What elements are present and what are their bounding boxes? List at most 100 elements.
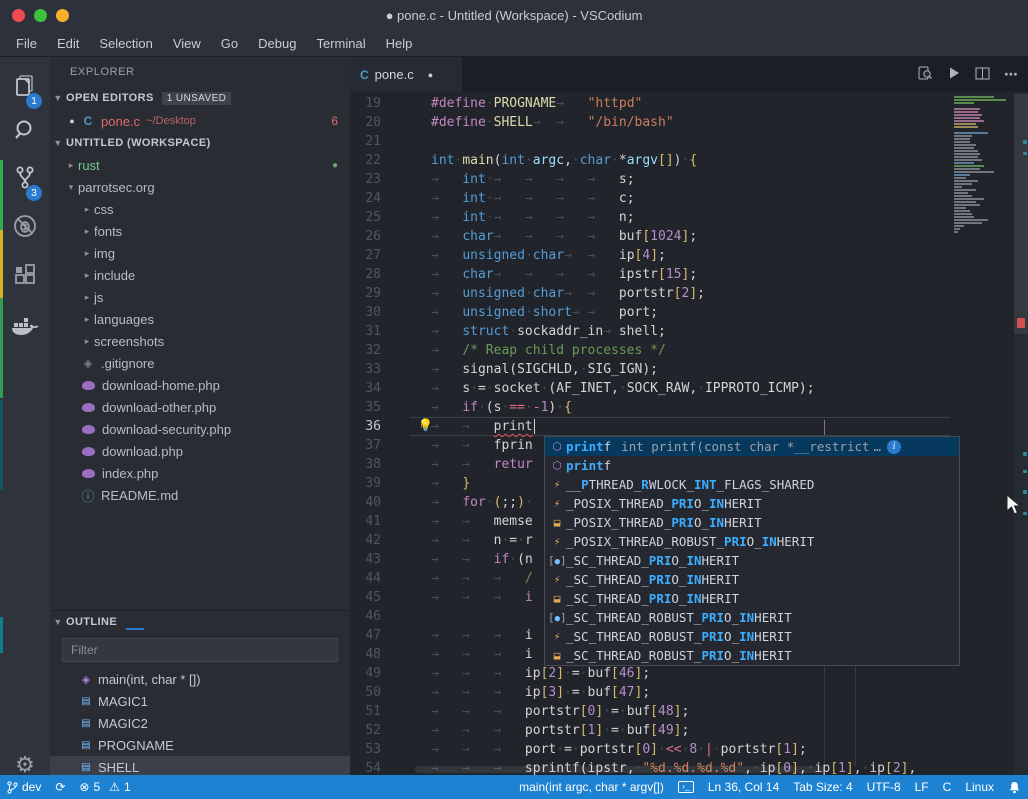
menu-debug[interactable]: Debug [248,32,306,55]
tree-item-img[interactable]: ▸ img [50,242,350,264]
menu-file[interactable]: File [6,32,47,55]
more-actions-icon[interactable]: ⋯ [1004,66,1020,83]
menu-view[interactable]: View [163,32,211,55]
open-editors-header[interactable]: ▼ OPEN EDITORS 1 UNSAVED [50,87,350,109]
code-line-51[interactable]: 51 → → → portstr[0]·=·buf[48]; [350,702,916,721]
outline-item-magic1[interactable]: ▤ MAGIC1 [50,690,350,712]
code-editor[interactable]: 💡 ⚐ 19 #define·PROGNAME→ "httpd" 20 #define·… [350,92,1028,775]
code-line-25[interactable]: 25 → int·→ → → → n; [350,208,916,227]
activity-extensions-button[interactable] [0,255,50,301]
code-line-28[interactable]: 28 → char→ → → → ipstr[15]; [350,265,916,284]
suggest-item[interactable]: ⚡ _POSIX_THREAD_ROBUST_PRIO_INHERIT [545,532,959,551]
suggest-item[interactable]: ⚡ _SC_THREAD_PRIO_INHERIT [545,570,959,589]
suggest-item[interactable]: ⬓ _SC_THREAD_PRIO_INHERIT [545,589,959,608]
tree-item--gitignore[interactable]: ◈ .gitignore [50,352,350,374]
tree-item-index-php[interactable]: index.php [50,462,350,484]
activity-docker-button[interactable] [0,307,50,353]
suggest-item[interactable]: ⬓ _POSIX_THREAD_PRIO_INHERIT [545,513,959,532]
outline-item-magic2[interactable]: ▤ MAGIC2 [50,712,350,734]
split-editor-icon[interactable] [975,66,990,84]
tree-item-parrotsec-org[interactable]: ▾ parrotsec.org [50,176,350,198]
code-line-31[interactable]: 31 → struct·sockaddr_in→ shell; [350,322,916,341]
outline-item-shell[interactable]: ▤ SHELL [50,756,350,775]
menu-selection[interactable]: Selection [89,32,162,55]
tree-item-fonts[interactable]: ▸ fonts [50,220,350,242]
suggest-item[interactable]: ⚡ _SC_THREAD_ROBUST_PRIO_INHERIT [545,627,959,646]
activity-source-control-button[interactable]: 3 [0,157,50,203]
minimize-window-button[interactable] [56,8,69,22]
tree-item-include[interactable]: ▸ include [50,264,350,286]
tree-item-screenshots[interactable]: ▸ screenshots [50,330,350,352]
suggest-item[interactable]: [●] _SC_THREAD_PRIO_INHERIT [545,551,959,570]
code-line-36[interactable]: 36 → → print [350,417,916,436]
activity-explorer-button[interactable]: 1 [0,65,50,111]
eol-indicator[interactable]: LF [908,775,936,799]
code-content[interactable]: 19 #define·PROGNAME→ "httpd" 20 #define·SHE… [350,94,916,775]
language-indicator[interactable]: C [936,775,959,799]
outline-filter-input[interactable]: Filter [62,638,338,662]
suggest-item[interactable]: ⬡ printf [545,456,959,475]
run-icon[interactable] [947,66,961,83]
open-editor-item-pone[interactable]: ● C pone.c ~/Desktop 6 [50,110,350,132]
tree-item-download-security-php[interactable]: download-security.php [50,418,350,440]
scrollbar-slider[interactable] [1014,94,1028,334]
code-line-30[interactable]: 30 → unsigned·short→ → port; [350,303,916,322]
os-indicator[interactable]: Linux [958,775,1001,799]
tab-pone-c[interactable]: C pone.c ● [350,57,462,92]
tree-item-download-php[interactable]: download.php [50,440,350,462]
suggest-item[interactable]: ⬡ printf int printf(const char *__restrict… [545,437,959,456]
workspace-header[interactable]: ▼ UNTITLED (WORKSPACE) [50,132,350,154]
outline-header[interactable]: ▼ OUTLINE [50,610,350,632]
overview-ruler[interactable] [1014,92,1028,775]
outline-item-main-int-char-[interactable]: ◈ main(int, char * []) [50,668,350,690]
tree-item-languages[interactable]: ▸ languages [50,308,350,330]
cursor-position[interactable]: Ln 36, Col 14 [701,775,786,799]
outline-item-progname[interactable]: ▤ PROGNAME [50,734,350,756]
code-line-50[interactable]: 50 → → → ip[3]·=·buf[47]; [350,683,916,702]
code-line-32[interactable]: 32 → /* Reap child processes */ [350,341,916,360]
tree-item-readme-md[interactable]: ⓘ README.md [50,484,350,506]
code-line-26[interactable]: 26 → char→ → → → buf[1024]; [350,227,916,246]
code-line-21[interactable]: 21 [350,132,916,151]
open-preview-icon[interactable] [917,65,933,84]
minimap[interactable] [950,92,1014,775]
tree-item-rust[interactable]: ▸ rust ● [50,154,350,176]
tree-item-css[interactable]: ▸ css [50,198,350,220]
menu-terminal[interactable]: Terminal [306,32,375,55]
menu-help[interactable]: Help [376,32,423,55]
code-line-53[interactable]: 53 → → → port·=·portstr[0]·<<·8·|·portstr… [350,740,916,759]
menu-edit[interactable]: Edit [47,32,89,55]
terminal-button[interactable]: ›_ [671,775,701,799]
code-line-23[interactable]: 23 → int·→ → → → s; [350,170,916,189]
code-line-34[interactable]: 34 → s·=·socket·(AF_INET,·SOCK_RAW,·IPPRO… [350,379,916,398]
code-line-33[interactable]: 33 → signal(SIGCHLD,·SIG_IGN); [350,360,916,379]
close-window-button[interactable] [12,8,25,22]
code-line-49[interactable]: 49 → → → ip[2]·=·buf[46]; [350,664,916,683]
code-line-29[interactable]: 29 → unsigned·char→ → portstr[2]; [350,284,916,303]
code-line-27[interactable]: 27 → unsigned·char→ → ip[4]; [350,246,916,265]
code-line-24[interactable]: 24 → int·→ → → → c; [350,189,916,208]
tree-item-download-home-php[interactable]: download-home.php [50,374,350,396]
problems-indicator[interactable]: ⊗ 5 ⚠ 1 [72,775,137,799]
tree-item-js[interactable]: ▸ js [50,286,350,308]
sync-button[interactable]: ⟳ [48,775,72,799]
git-branch-indicator[interactable]: dev [0,775,48,799]
code-line-35[interactable]: 35 → if·(s·==·-1)·{ [350,398,916,417]
code-line-20[interactable]: 20 #define·SHELL→ → "/bin/bash" [350,113,916,132]
code-line-19[interactable]: 19 #define·PROGNAME→ "httpd" [350,94,916,113]
tree-item-download-other-php[interactable]: download-other.php [50,396,350,418]
encoding-indicator[interactable]: UTF-8 [860,775,908,799]
menu-go[interactable]: Go [211,32,248,55]
tab-size-indicator[interactable]: Tab Size: 4 [786,775,859,799]
activity-debug-disabled-button[interactable] [0,205,50,251]
code-line-22[interactable]: 22 int·main(int·argc,·char·*argv[])·{ [350,151,916,170]
symbol-indicator[interactable]: main(int argc, char * argv[]) [512,775,671,799]
info-icon[interactable]: i [887,439,902,454]
suggest-item[interactable]: ⚡ _POSIX_THREAD_PRIO_INHERIT [545,494,959,513]
activity-search-button[interactable] [0,109,50,155]
suggest-item[interactable]: ⬓ _SC_THREAD_ROBUST_PRIO_INHERIT [545,646,959,665]
suggest-widget[interactable]: ⬡ printf int printf(const char *__restrict… [544,436,960,666]
suggest-item[interactable]: ⚡ __PTHREAD_RWLOCK_INT_FLAGS_SHARED [545,475,959,494]
maximize-window-button[interactable] [34,8,47,22]
horizontal-scrollbar[interactable] [415,766,825,773]
